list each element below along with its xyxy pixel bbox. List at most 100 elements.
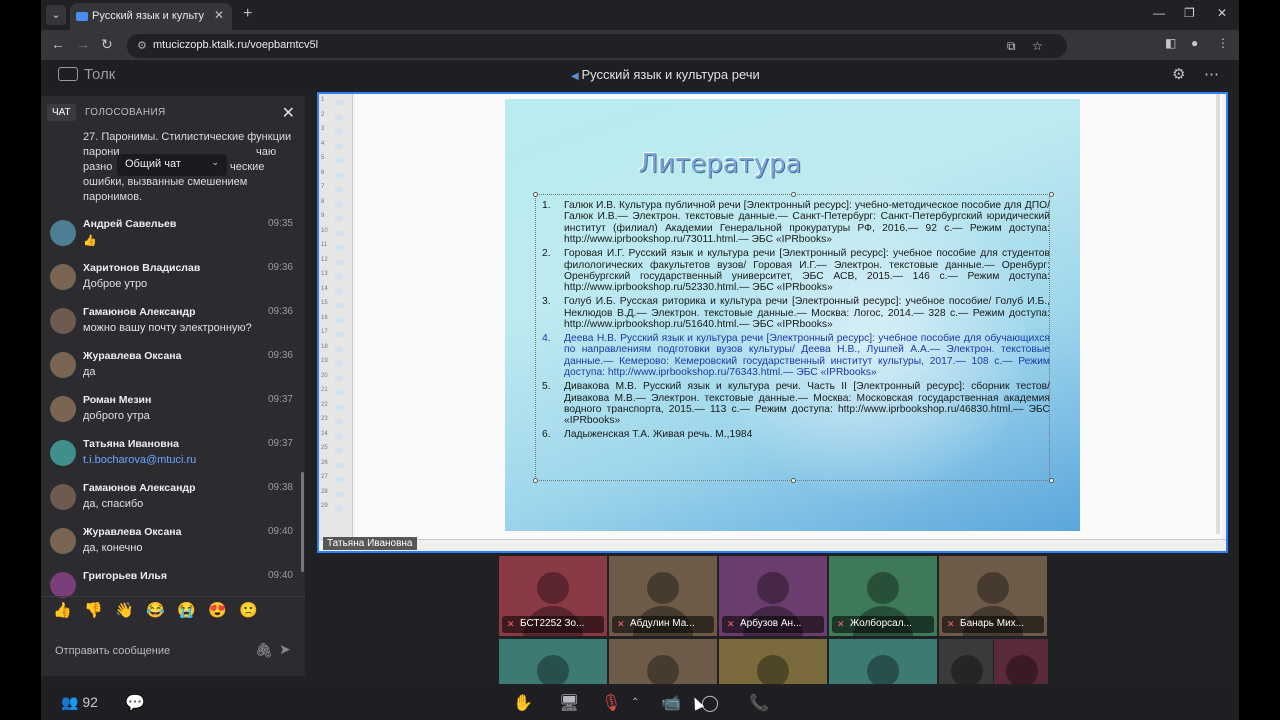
slide-thumbnail[interactable] — [335, 274, 343, 279]
participant-tile[interactable]: ✕ Абдулин Ма... — [609, 556, 717, 636]
avatar[interactable] — [50, 352, 76, 378]
waving-hand-icon[interactable]: 👋 — [115, 601, 134, 619]
slide-thumbnail[interactable] — [335, 491, 343, 497]
slide-thumbnail[interactable] — [335, 419, 343, 424]
slide-thumbnail[interactable] — [335, 317, 343, 323]
slide-thumbnail[interactable] — [335, 288, 343, 294]
participants-button[interactable]: 👥 92 — [61, 694, 98, 711]
avatar[interactable] — [50, 440, 76, 466]
crying-face-icon[interactable]: 😭 — [177, 601, 196, 619]
slide-thumbnail[interactable] — [335, 404, 343, 410]
slide-thumbnail[interactable] — [335, 433, 343, 439]
profile-icon[interactable]: ● — [1191, 36, 1198, 50]
slide-thumbnail[interactable] — [335, 114, 343, 120]
chat-channel-dropdown[interactable]: Общий чат ⌄ — [117, 154, 227, 176]
app-logo[interactable]: Толк — [58, 66, 115, 83]
slide-thumbnail[interactable] — [335, 448, 343, 453]
message-text[interactable]: t.i.bocharova@mtuci.ru — [83, 454, 196, 466]
raise-hand-icon[interactable]: ✋ — [513, 693, 533, 713]
slide-thumbnail[interactable] — [335, 390, 343, 395]
avatar[interactable] — [50, 528, 76, 554]
cast-icon[interactable]: ⧉ — [1007, 39, 1016, 54]
avatar[interactable] — [50, 396, 76, 422]
paperclip-icon[interactable]: 🖇 — [255, 642, 273, 659]
screen-share-button-icon[interactable]: 🖥 — [559, 693, 579, 713]
send-icon[interactable]: ➤ — [279, 641, 291, 658]
sad-face-icon[interactable]: 🙁 — [239, 601, 258, 619]
slide-thumbnail[interactable] — [335, 506, 343, 511]
slide-thumbnail[interactable] — [335, 143, 343, 149]
sidebar-icon[interactable]: ◧ — [1165, 36, 1176, 50]
message-input[interactable]: Отправить сообщение 🖇 ➤ — [41, 632, 305, 672]
participant-tile[interactable] — [829, 639, 937, 684]
slide-thumbnail[interactable] — [335, 332, 343, 337]
chevron-up-icon[interactable]: ⌃ — [631, 697, 639, 708]
participant-tile[interactable]: ✕ Жолборсал... — [829, 556, 937, 636]
participant-tile[interactable]: ✕ Арбузов Ан... — [719, 556, 827, 636]
slide-thumbnail[interactable] — [335, 201, 343, 207]
slide-thumbnail[interactable] — [335, 187, 343, 192]
slide-thumbnail[interactable] — [335, 346, 343, 352]
avatar[interactable] — [50, 220, 76, 246]
participant-tile[interactable] — [994, 639, 1048, 684]
tab-close-icon[interactable]: ✕ — [214, 8, 224, 22]
slide-thumbnail[interactable] — [335, 100, 343, 105]
slide-thumbnail[interactable] — [335, 216, 343, 221]
message-line-tail: ческие — [230, 161, 265, 173]
tab-polls[interactable]: ГОЛОСОВАНИЯ — [85, 107, 166, 118]
participant-tile[interactable] — [609, 639, 717, 684]
minimize-icon[interactable]: — — [1153, 6, 1165, 20]
slide-thumbnail[interactable] — [335, 158, 343, 163]
participant-tile[interactable]: ✕ БСТ2252 Зо... — [499, 556, 607, 636]
participant-tile[interactable]: ✕ Банарь Мих... — [939, 556, 1047, 636]
more-options-icon[interactable]: ⋯ — [1204, 65, 1219, 83]
participant-tile[interactable] — [499, 639, 607, 684]
tab-search-icon[interactable]: ⌄ — [46, 5, 66, 25]
forward-icon[interactable]: → — [76, 36, 90, 52]
browser-tab[interactable]: Русский язык и культура р ✕ — [70, 3, 232, 30]
participant-name: БСТ2252 Зо... — [520, 618, 585, 629]
hang-up-icon[interactable]: 📞 — [749, 693, 769, 713]
avatar[interactable] — [50, 484, 76, 510]
slide-thumbnail[interactable] — [335, 462, 343, 468]
thumbs-down-icon[interactable]: 👎 — [84, 601, 103, 619]
record-icon[interactable]: ◯ — [701, 693, 719, 713]
close-chat-icon[interactable]: ✕ — [282, 103, 295, 123]
back-icon[interactable]: ← — [51, 36, 65, 52]
avatar[interactable] — [50, 264, 76, 290]
laughing-face-icon[interactable]: 😂 — [146, 601, 165, 619]
participant-tile[interactable] — [939, 639, 993, 684]
avatar[interactable] — [50, 308, 76, 334]
maximize-icon[interactable]: ❐ — [1184, 6, 1195, 20]
chat-bubble-icon[interactable]: 💬 — [125, 693, 145, 713]
tab-chat[interactable]: ЧАТ — [47, 104, 76, 121]
avatar-silhouette — [647, 655, 679, 684]
meeting-title: ◀ Русский язык и культура речи — [571, 67, 760, 82]
slide-thumbnail[interactable] — [335, 477, 343, 482]
slide-thumbnail[interactable] — [335, 259, 343, 265]
reload-icon[interactable]: ↻ — [101, 36, 113, 53]
slide-thumbnail[interactable] — [335, 172, 343, 178]
window-close-icon[interactable]: ✕ — [1217, 6, 1227, 20]
thumbs-up-icon[interactable]: 👍 — [53, 601, 72, 619]
new-tab-icon[interactable]: + — [243, 5, 252, 23]
slide-thumbnail[interactable] — [335, 129, 343, 134]
participant-tile[interactable] — [719, 639, 827, 684]
address-bar[interactable]: ⚙ mtuciczopb.ktalk.ru/voepbamtcv5l ⧉ ☆ — [127, 34, 1067, 58]
bookmark-star-icon[interactable]: ☆ — [1032, 39, 1043, 53]
browser-menu-icon[interactable]: ⋮ — [1217, 36, 1229, 50]
slide-thumbnail[interactable] — [335, 375, 343, 381]
heart-eyes-icon[interactable]: 😍 — [208, 601, 227, 619]
microphone-off-icon[interactable]: 🎙 — [601, 693, 621, 713]
settings-gear-icon[interactable]: ⚙ — [1172, 65, 1185, 83]
slide-thumbnail[interactable] — [335, 361, 343, 366]
slide-thumbnail[interactable] — [335, 303, 343, 308]
slide-thumbnail[interactable] — [335, 245, 343, 250]
camera-off-icon[interactable]: 📹 — [661, 693, 681, 713]
slide-thumbnail[interactable] — [335, 230, 343, 236]
call-toolbar: 👥 92 💬 ✋ 🖥 🎙 ⌃ 📹 ◯ 📞 — [41, 686, 1239, 720]
participant-name-label: ✕ Банарь Мих... — [942, 616, 1044, 633]
chat-scrollbar[interactable] — [301, 472, 304, 572]
avatar[interactable] — [50, 572, 76, 598]
site-info-icon[interactable]: ⚙ — [137, 39, 147, 52]
